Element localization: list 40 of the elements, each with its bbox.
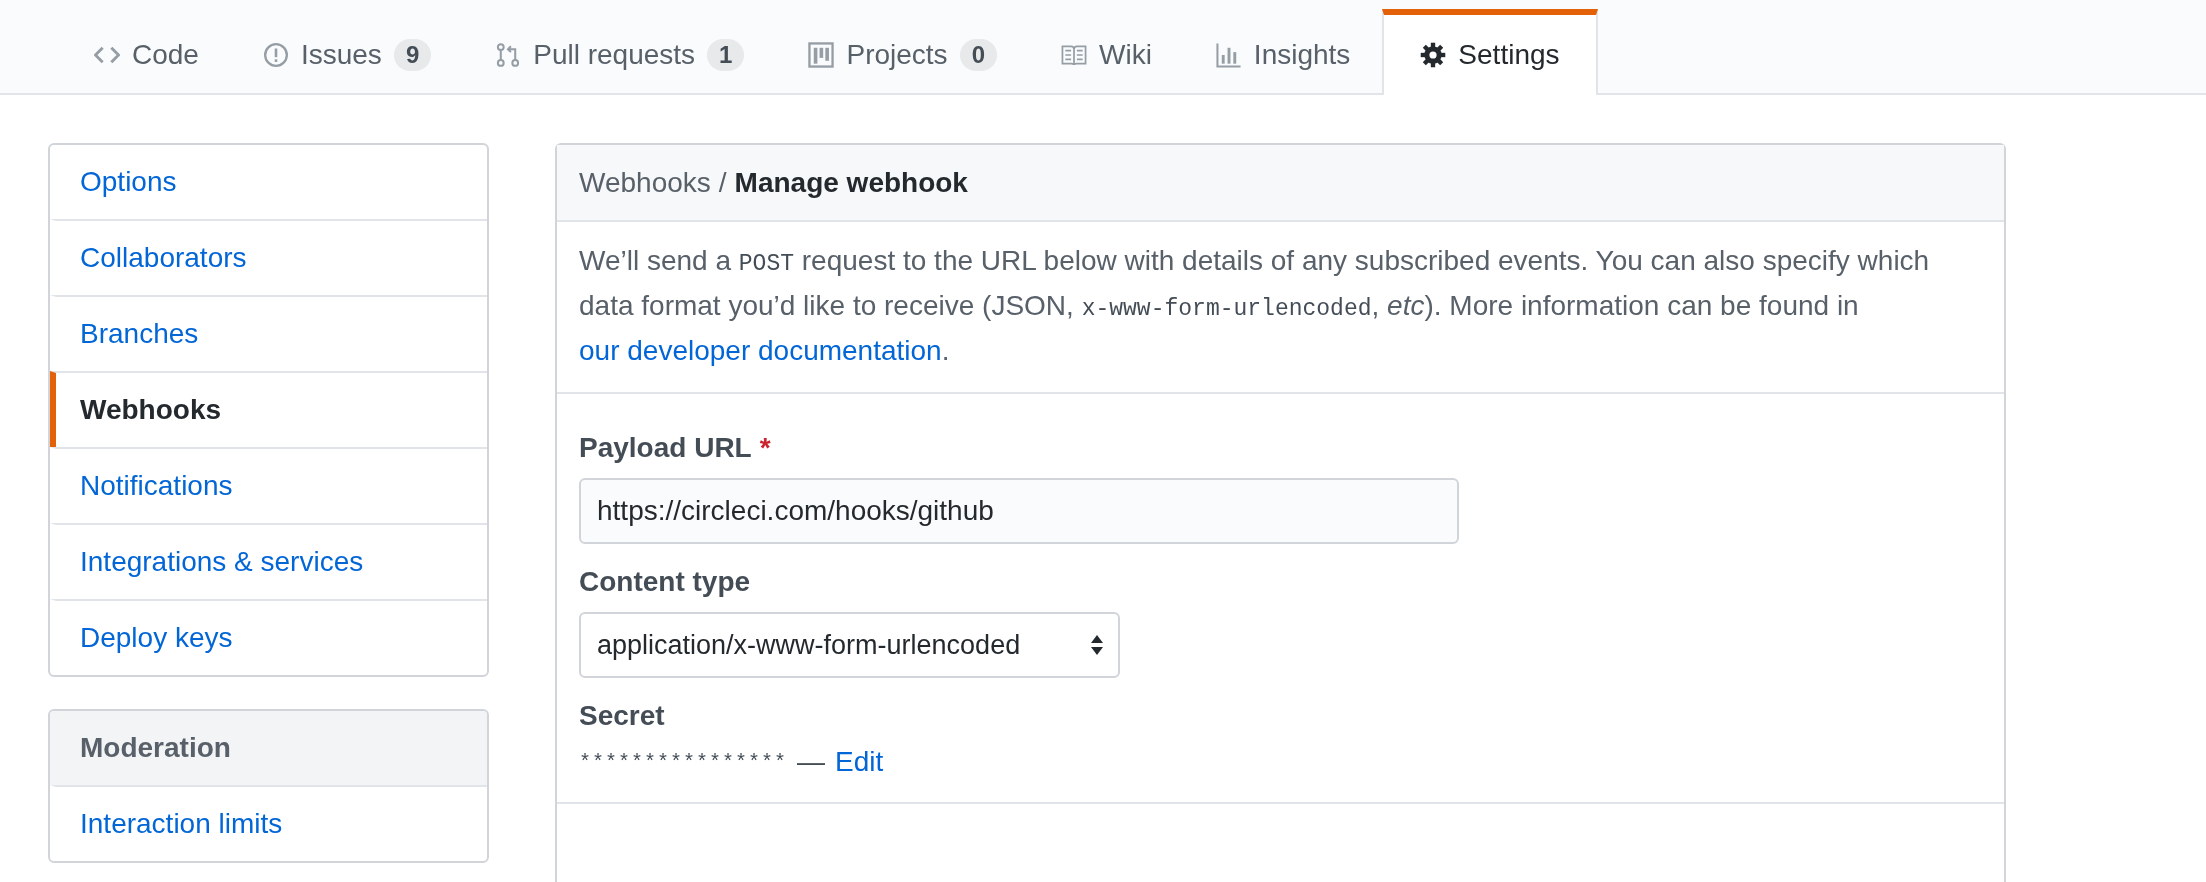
required-mark: * xyxy=(759,432,771,464)
field-label: Content type xyxy=(579,566,752,598)
separator-dash: — xyxy=(797,746,826,778)
nav-tab[interactable]: Settings xyxy=(1382,9,1598,95)
masked-secret: **************** xyxy=(579,750,788,774)
count-badge: 1 xyxy=(707,39,745,71)
menu-item[interactable]: Branches xyxy=(50,295,487,371)
board-icon xyxy=(808,42,835,68)
field-label: Payload URL xyxy=(579,432,752,464)
menu-heading: Moderation xyxy=(50,711,487,785)
count-badge: 9 xyxy=(393,39,432,71)
nav-tab[interactable]: Projects 0 xyxy=(776,13,1029,95)
nav-tab[interactable]: Code xyxy=(62,13,231,95)
gear-icon xyxy=(1420,42,1447,68)
breadcrumb-link[interactable]: Webhooks xyxy=(579,166,711,199)
count-badge: 0 xyxy=(959,39,997,71)
payload-url-field[interactable]: https://circleci.com/hooks/github xyxy=(579,478,1459,544)
nav-tab[interactable]: Issues 9 xyxy=(230,13,464,95)
description-text: We’ll send a POST request to the URL below with details of any subscribed events. You can also specify which data format you’d like to receive (JSON, x-www-form-urlencoded, etc). More information can be found in our developer documentation. xyxy=(557,222,2004,394)
menu-item[interactable]: Integrations & services xyxy=(50,523,487,599)
field-label: Secret xyxy=(579,700,666,732)
menu-item[interactable]: Notifications xyxy=(50,447,487,523)
menu-item[interactable]: Deploy keys xyxy=(50,599,487,675)
nav-tab[interactable]: Wiki xyxy=(1029,13,1184,95)
page-title: Manage webhook xyxy=(734,166,968,199)
menu-item[interactable]: Interaction limits xyxy=(50,785,487,861)
bar-chart-icon xyxy=(1215,42,1242,68)
menu-item[interactable]: Collaborators xyxy=(50,219,487,295)
breadcrumb-separator: / xyxy=(718,166,727,199)
book-icon xyxy=(1061,42,1087,68)
menu-item[interactable]: Options xyxy=(50,145,487,219)
nav-tab[interactable]: Pull requests 1 xyxy=(463,13,777,95)
sort-caret-icon xyxy=(1090,634,1104,656)
issue-icon xyxy=(262,42,289,68)
nav-tab[interactable]: Insights xyxy=(1183,13,1383,95)
pull-request-icon xyxy=(495,42,522,68)
menu-item[interactable]: Webhooks xyxy=(50,371,487,447)
edit-link[interactable]: Edit xyxy=(835,746,884,778)
documentation-link[interactable]: our developer documentation xyxy=(579,335,942,366)
content-type-select[interactable]: application/x-www-form-urlencoded xyxy=(579,612,1120,678)
